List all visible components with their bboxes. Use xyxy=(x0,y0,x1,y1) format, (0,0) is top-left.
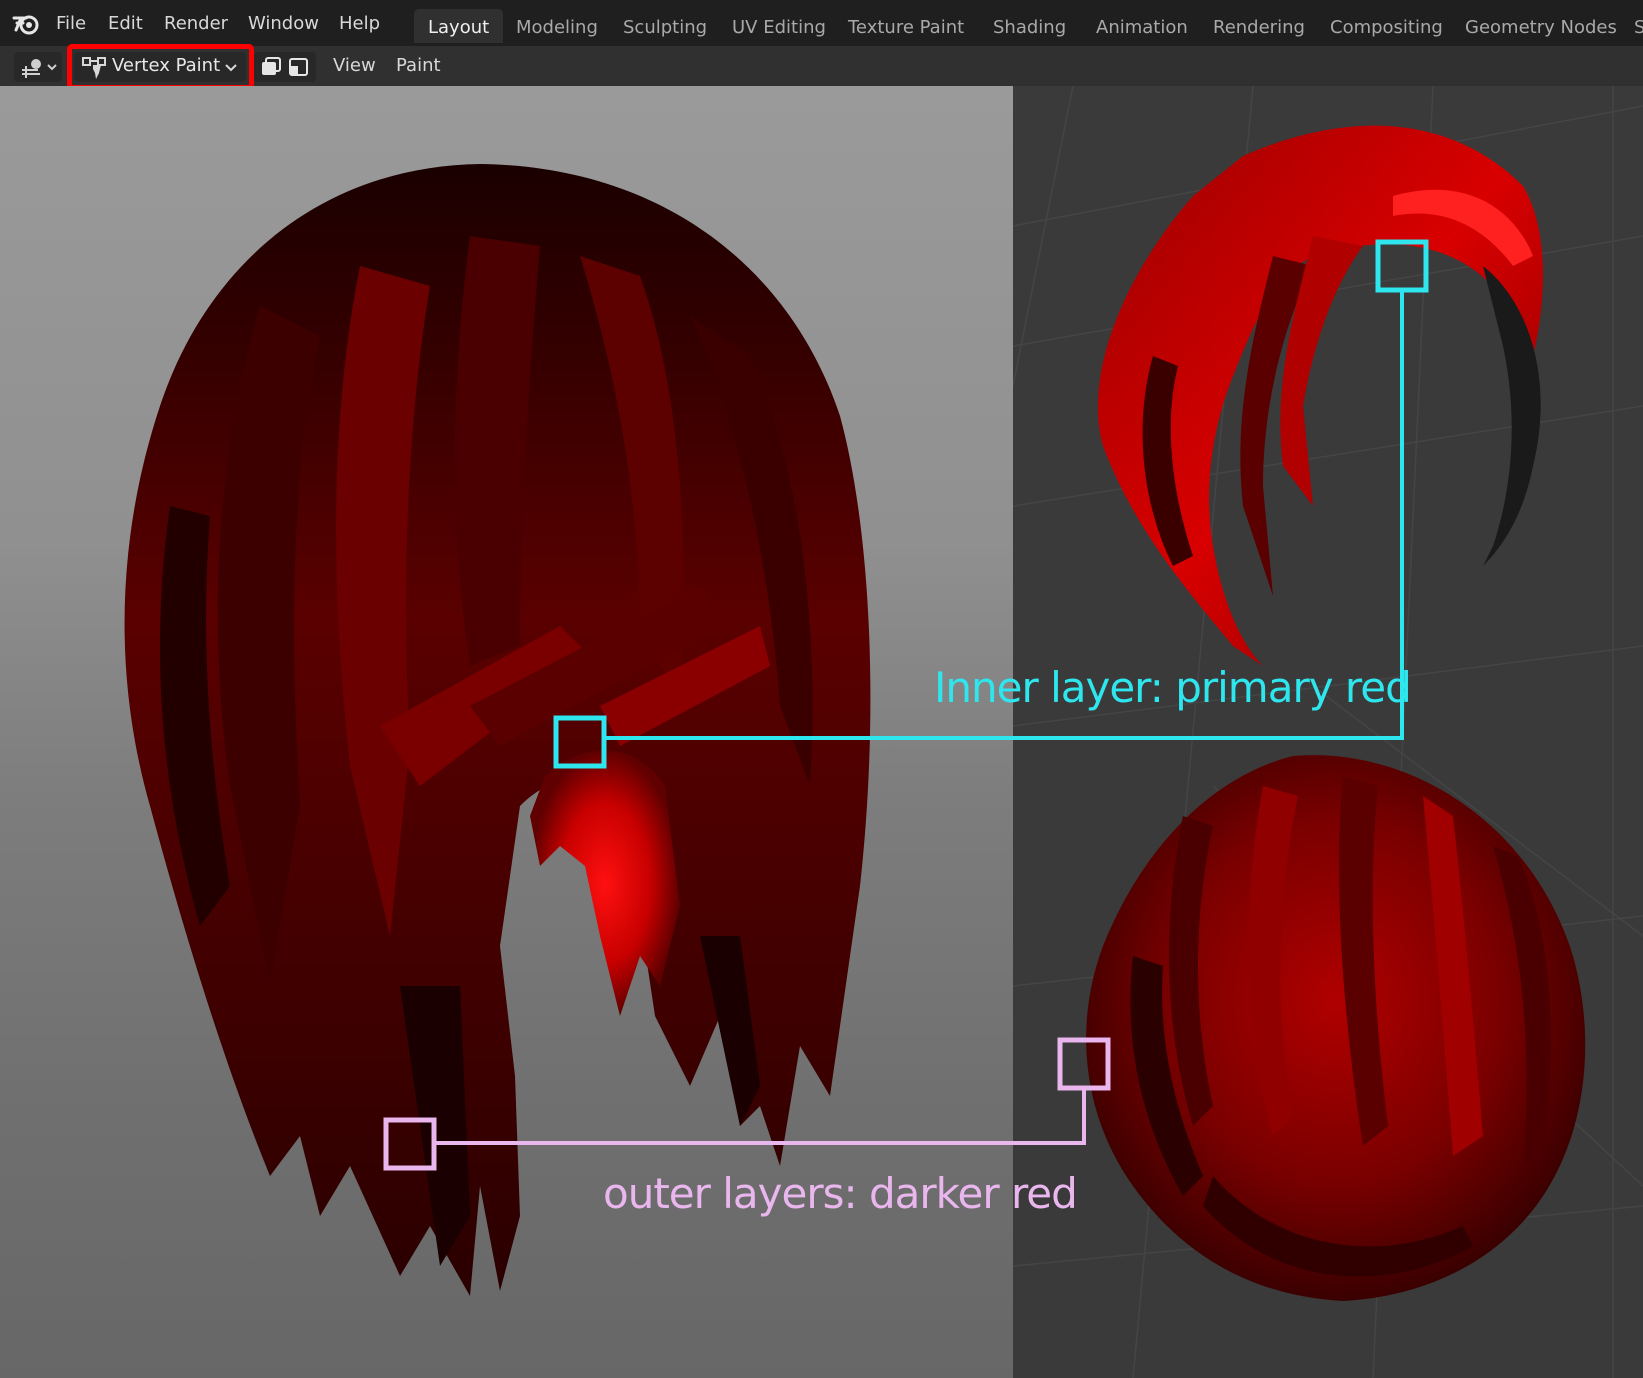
solid-viewport-right[interactable] xyxy=(1013,86,1643,1378)
tab-rendering[interactable]: Rendering xyxy=(1199,9,1319,43)
menu-view[interactable]: View xyxy=(333,54,376,78)
tab-scripting-truncated[interactable]: S xyxy=(1620,9,1643,43)
tab-shading[interactable]: Shading xyxy=(979,9,1080,43)
blender-window: File Edit Render Window Help Layout Mode… xyxy=(0,0,1643,1378)
menu-window[interactable]: Window xyxy=(248,12,319,36)
tab-layout[interactable]: Layout xyxy=(414,9,504,43)
menu-edit[interactable]: Edit xyxy=(108,12,143,36)
tab-modeling[interactable]: Modeling xyxy=(502,9,612,43)
inner-layer-label: Inner layer: primary red xyxy=(934,663,1412,712)
outer-layers-label: outer layers: darker red xyxy=(603,1169,1078,1218)
menu-render[interactable]: Render xyxy=(164,12,228,36)
xray-buttons[interactable] xyxy=(254,52,316,82)
tab-animation[interactable]: Animation xyxy=(1082,9,1202,43)
tab-uv-editing[interactable]: UV Editing xyxy=(718,9,840,43)
menu-file[interactable]: File xyxy=(56,12,86,36)
top-bar: File Edit Render Window Help Layout Mode… xyxy=(0,0,1643,46)
blender-logo-icon[interactable] xyxy=(12,10,42,36)
editor-type-button[interactable] xyxy=(14,52,62,82)
menu-paint[interactable]: Paint xyxy=(396,54,441,78)
tab-sculpting[interactable]: Sculpting xyxy=(609,9,721,43)
menu-help[interactable]: Help xyxy=(339,12,380,36)
tab-texture-paint[interactable]: Texture Paint xyxy=(834,9,978,43)
xray-toggle-icon[interactable] xyxy=(258,56,282,78)
mode-highlight-box xyxy=(67,44,254,90)
tab-compositing[interactable]: Compositing xyxy=(1316,9,1457,43)
hair-model-outer-layers xyxy=(1086,755,1586,1301)
overlay-toggle-icon[interactable] xyxy=(286,56,312,78)
view3d-icon xyxy=(22,59,57,78)
hair-model-inner-layer xyxy=(1097,125,1543,667)
tab-geometry-nodes[interactable]: Geometry Nodes xyxy=(1451,9,1631,43)
